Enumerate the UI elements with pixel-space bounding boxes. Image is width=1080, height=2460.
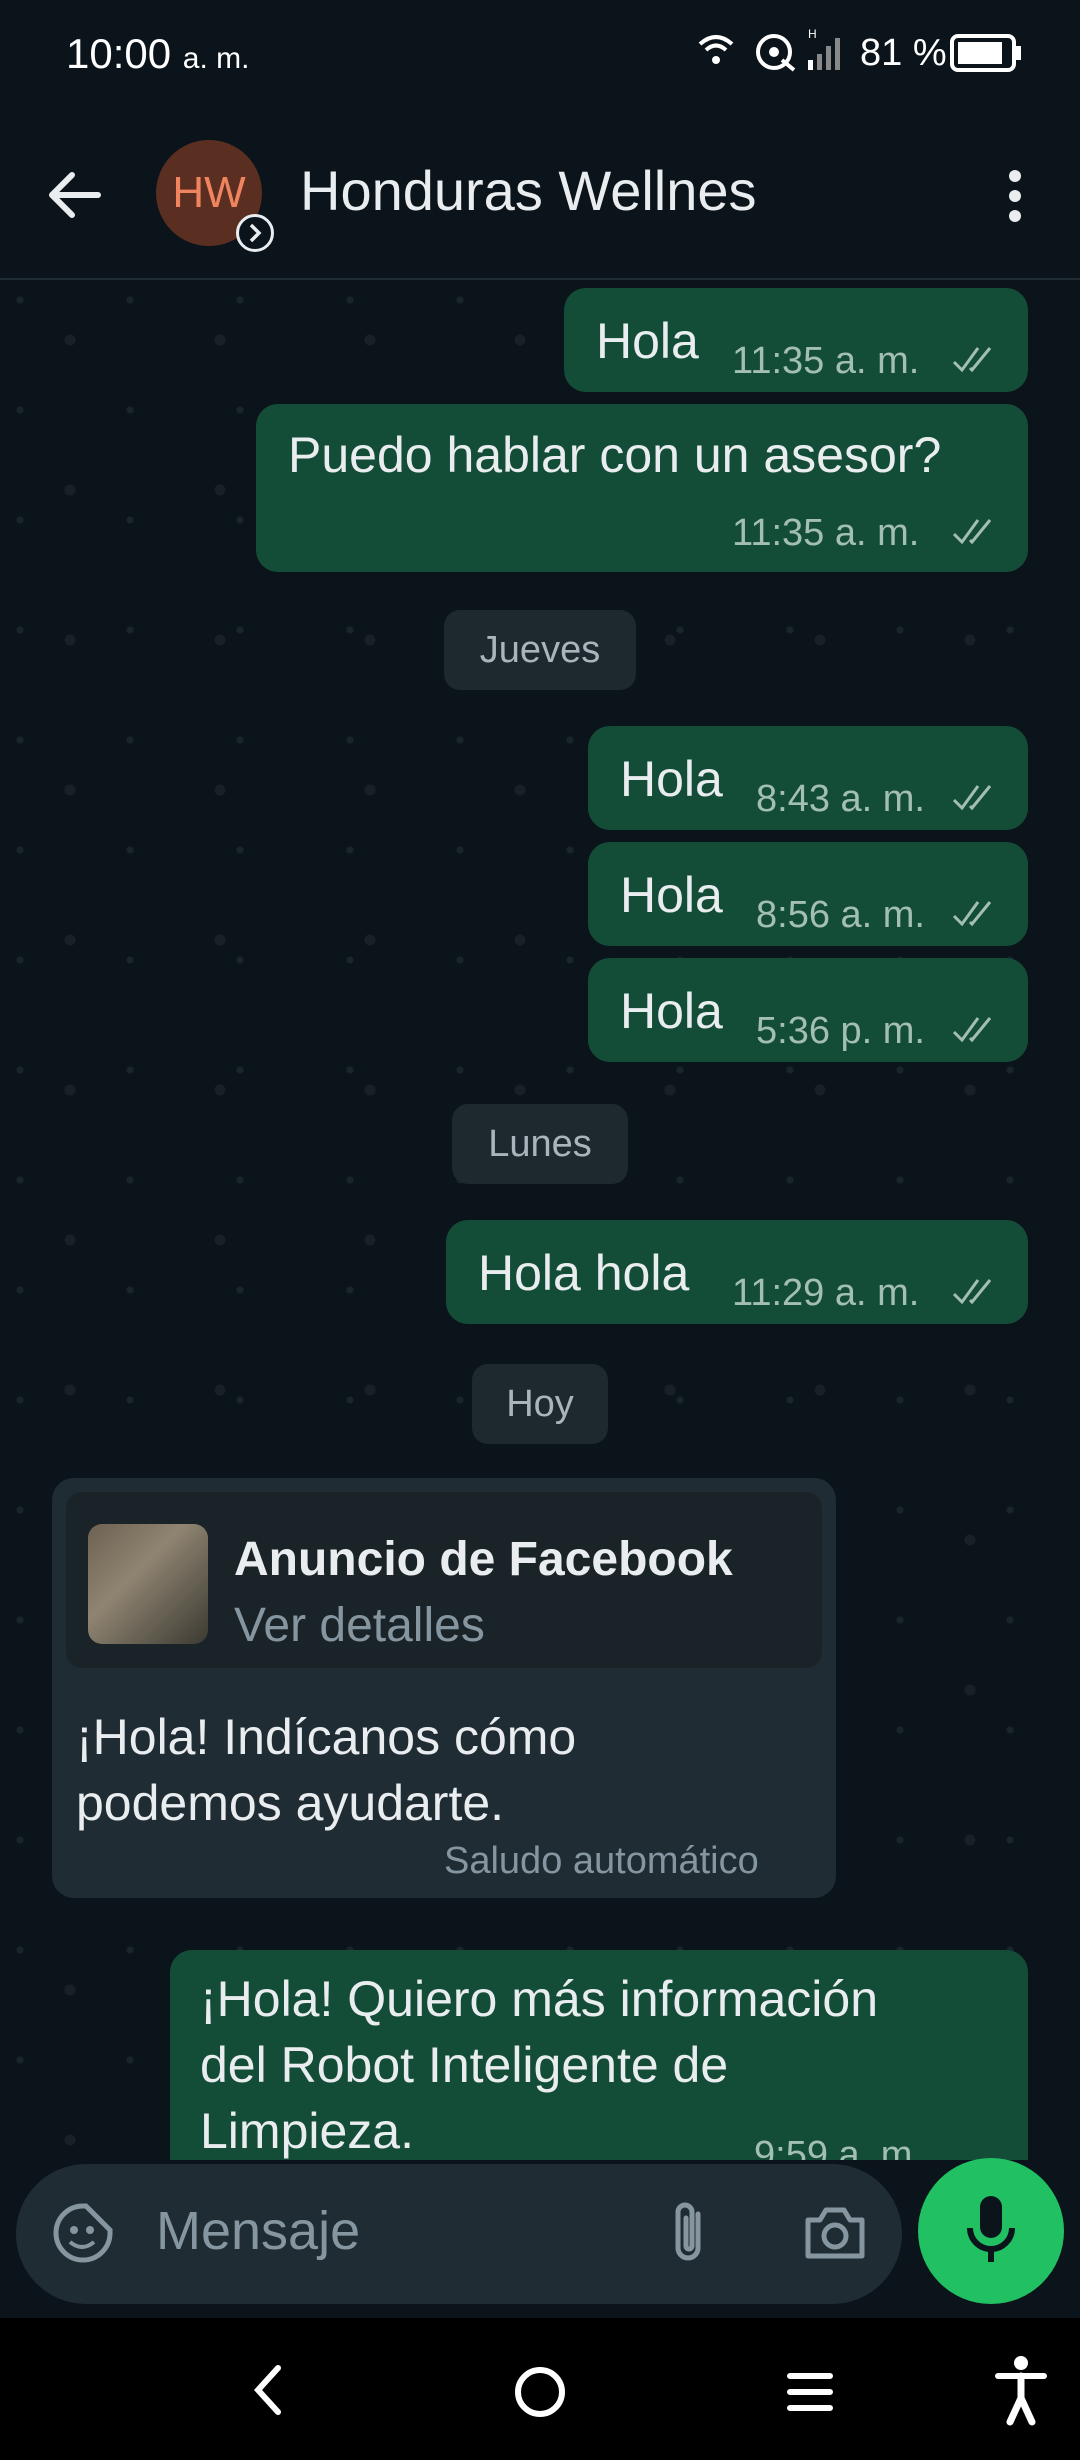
outgoing-message[interactable]: Puedo hablar con un asesor? 11:35 a. m. xyxy=(256,404,1028,572)
camera-icon[interactable] xyxy=(802,2204,868,2262)
hotspot-icon xyxy=(756,34,796,72)
message-text-line2: del Robot Inteligente de xyxy=(200,2037,729,2093)
nav-home-icon[interactable] xyxy=(512,2364,568,2420)
voice-message-button[interactable] xyxy=(918,2158,1064,2304)
read-ticks-icon xyxy=(952,1279,992,1305)
outgoing-message[interactable]: Hola 8:43 a. m. xyxy=(588,726,1028,830)
message-text-line1: ¡Hola! Quiero más información xyxy=(200,1971,879,2027)
read-ticks-icon xyxy=(952,1017,992,1043)
microphone-icon xyxy=(967,2196,1015,2262)
read-ticks-icon xyxy=(952,901,992,927)
outgoing-message[interactable]: Hola 8:56 a. m. xyxy=(588,842,1028,946)
more-options-icon[interactable] xyxy=(1000,166,1030,226)
status-time: 10:00 a. m. xyxy=(66,30,249,78)
message-time: 8:43 a. m. xyxy=(756,778,925,820)
message-time: 11:35 a. m. xyxy=(732,512,920,554)
sticker-emoji-icon[interactable] xyxy=(50,2200,116,2266)
message-text: Hola hola xyxy=(478,1245,690,1301)
message-input-bar[interactable] xyxy=(16,2164,902,2304)
auto-greeting-label: Saludo automático xyxy=(444,1840,759,1882)
chevron-right-icon xyxy=(249,223,262,243)
message-input[interactable]: Mensaje xyxy=(156,2200,360,2262)
message-text-line1: ¡Hola! Indícanos cómo xyxy=(76,1709,577,1765)
svg-text:H: H xyxy=(808,27,817,41)
message-time: 11:29 a. m. xyxy=(732,1272,920,1314)
outgoing-message[interactable]: ¡Hola! Quiero más información del Robot … xyxy=(170,1950,1028,2160)
status-time-value: 10:00 xyxy=(66,30,172,77)
message-time: 8:56 a. m. xyxy=(756,894,925,936)
avatar-chevron-badge xyxy=(236,214,274,252)
ad-thumbnail xyxy=(88,1524,208,1644)
message-time: 11:35 a. m. xyxy=(732,340,920,382)
date-separator: Lunes xyxy=(452,1104,628,1184)
ad-details-link[interactable]: Ver detalles xyxy=(234,1598,485,1653)
date-separator: Jueves xyxy=(444,610,636,690)
read-ticks-icon xyxy=(952,347,992,373)
nav-back-icon[interactable] xyxy=(248,2362,288,2418)
battery-percent: 81 % xyxy=(860,32,947,74)
wifi-icon xyxy=(698,35,734,64)
message-text: Hola xyxy=(596,313,699,369)
outgoing-message[interactable]: Hola 5:36 p. m. xyxy=(588,958,1028,1062)
attach-icon[interactable] xyxy=(664,2198,714,2268)
nav-recents-icon[interactable] xyxy=(786,2368,834,2416)
message-time: 9:59 a. m. xyxy=(754,2134,923,2160)
accessibility-icon[interactable] xyxy=(994,2354,1048,2426)
outgoing-message[interactable]: Hola hola 11:29 a. m. xyxy=(446,1220,1028,1324)
message-time: 5:36 p. m. xyxy=(756,1010,925,1052)
outgoing-message[interactable]: Hola 11:35 a. m. xyxy=(564,288,1028,392)
read-ticks-icon xyxy=(952,785,992,811)
message-text: Hola xyxy=(620,983,723,1039)
chat-messages[interactable]: Hola 11:35 a. m. Puedo hablar con un ase… xyxy=(0,280,1080,2160)
ad-title: Anuncio de Facebook xyxy=(234,1533,733,1586)
message-text-line3: Limpieza. xyxy=(200,2103,414,2159)
facebook-ad-card[interactable]: Anuncio de Facebook Ver detalles xyxy=(66,1492,822,1668)
message-text: Hola xyxy=(620,867,723,923)
contact-name[interactable]: Honduras Wellnes xyxy=(300,158,757,223)
read-ticks-icon xyxy=(952,519,992,545)
message-text: Hola xyxy=(620,751,723,807)
back-arrow-icon[interactable] xyxy=(44,168,104,222)
status-time-ampm: a. m. xyxy=(182,42,250,75)
signal-icon: H xyxy=(808,27,840,70)
battery-icon xyxy=(950,34,1021,72)
incoming-ad-message[interactable]: Anuncio de Facebook Ver detalles ¡Hola! … xyxy=(52,1478,836,1898)
message-text-line2: podemos ayudarte. xyxy=(76,1775,505,1831)
message-text: Puedo hablar con un asesor? xyxy=(288,427,942,483)
date-separator: Hoy xyxy=(472,1364,608,1444)
